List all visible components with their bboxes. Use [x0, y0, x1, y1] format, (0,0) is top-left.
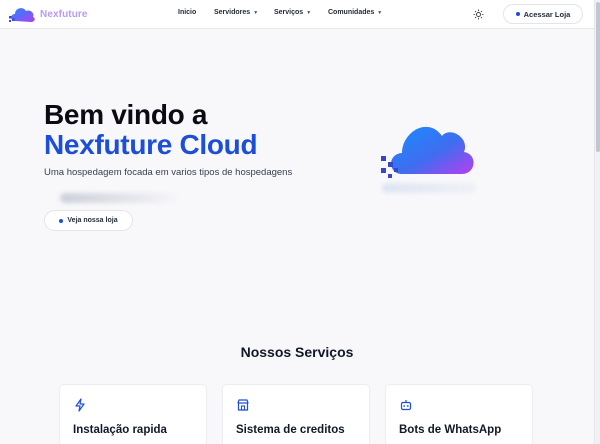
sun-icon[interactable]	[473, 9, 484, 20]
nav-link-servidores[interactable]: Servidores ▼	[214, 9, 258, 16]
nav-link-label: Inicio	[178, 9, 197, 16]
service-card-title: Instalação rapida	[73, 424, 167, 436]
dot-icon	[515, 12, 520, 16]
nav-link-inicio[interactable]: Inicio	[178, 9, 196, 16]
scrollbar-thumb[interactable]	[596, 2, 600, 152]
nav-link-label: Serviços	[274, 9, 304, 16]
view-store-label: Veja nossa loja	[67, 217, 118, 224]
service-card: Bots de WhatsApp	[385, 384, 533, 444]
lightning-icon	[75, 398, 85, 412]
nav-link-comunidades[interactable]: Comunidades ▼	[328, 9, 382, 16]
blurred-logo-text	[382, 183, 476, 193]
view-store-button[interactable]: Veja nossa loja	[44, 210, 133, 231]
store-icon	[237, 399, 249, 411]
top-navbar: Nexfuture Inicio Servidores ▼ Serviços ▼…	[0, 0, 600, 29]
chevron-down-icon: ▼	[253, 9, 259, 16]
hero-title-line1: Bem vindo a	[44, 99, 208, 130]
hero-title-line2: Nexfuture Cloud	[44, 129, 258, 160]
service-card-title: Sistema de creditos	[236, 424, 345, 436]
chevron-down-icon: ▼	[306, 9, 312, 16]
store-button[interactable]: Acessar Loja	[503, 4, 583, 24]
page-scrollbar[interactable]	[594, 0, 600, 444]
dot-icon	[59, 218, 64, 223]
nav-link-label: Comunidades	[328, 9, 375, 16]
blurred-text-decoration	[60, 193, 180, 203]
service-card-title: Bots de WhatsApp	[399, 424, 502, 436]
nav-link-label: Servidores	[214, 9, 251, 16]
nav-link-servicos[interactable]: Serviços ▼	[274, 9, 311, 16]
service-card: Instalação rapida	[59, 384, 207, 444]
services-title: Nossos Serviços	[240, 344, 354, 360]
store-button-label: Acessar Loja	[523, 9, 571, 19]
bot-icon	[400, 400, 412, 411]
hero-subtitle: Uma hospedagem focada em varios tipos de…	[44, 167, 293, 178]
service-card: Sistema de creditos	[222, 384, 370, 444]
chevron-down-icon: ▼	[377, 9, 383, 16]
